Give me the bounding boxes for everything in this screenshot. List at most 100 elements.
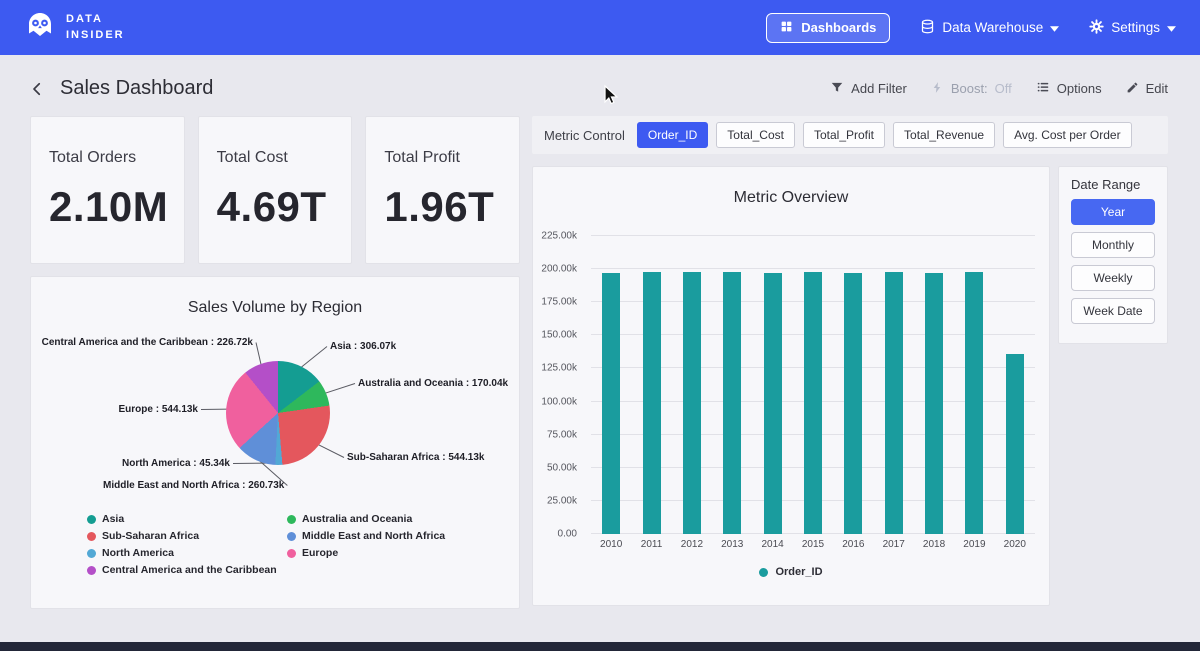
data-warehouse-menu[interactable]: Data Warehouse (920, 19, 1059, 37)
pie-legend-item[interactable]: Europe (287, 547, 445, 559)
pie-legend-col-2: Australia and Oceania Middle East and Nor… (287, 513, 445, 576)
edit-button[interactable]: Edit (1126, 81, 1168, 97)
data-warehouse-label: Data Warehouse (942, 20, 1043, 35)
bar-2016[interactable] (844, 273, 862, 534)
filter-icon (830, 80, 844, 97)
bar-2014[interactable] (764, 273, 782, 534)
bar-plot: 0.0025.00k50.00k75.00k100.00k125.00k150.… (591, 236, 1035, 534)
chevron-down-icon (1050, 20, 1059, 35)
legend-dot (759, 568, 768, 577)
options-label: Options (1057, 81, 1102, 96)
gear-icon (1089, 19, 1104, 37)
charts-row: Metric Overview 0.0025.00k50.00k75.00k10… (532, 166, 1168, 606)
metric-button-order-id[interactable]: Order_ID (637, 122, 708, 148)
bar-chart-card: Metric Overview 0.0025.00k50.00k75.00k10… (532, 166, 1050, 606)
grid-icon (780, 20, 793, 36)
bar-series (591, 236, 1035, 534)
settings-label: Settings (1111, 20, 1160, 35)
bar-2015[interactable] (804, 272, 822, 534)
bar-xlabels: 2010201120122013201420152016201720182019… (591, 539, 1035, 550)
legend-dot (287, 549, 296, 558)
date-range-panel: Date Range Year Monthly Weekly Week Date (1058, 166, 1168, 344)
bar-2019[interactable] (965, 272, 983, 534)
kpi-label: Total Cost (217, 149, 352, 167)
date-range-button-week-date[interactable]: Week Date (1071, 298, 1155, 324)
pie-legend-item[interactable]: Australia and Oceania (287, 513, 445, 525)
boost-label: Boost: (951, 81, 988, 96)
legend-label: Central America and the Caribbean (102, 564, 277, 576)
pie-chart-title: Sales Volume by Region (31, 299, 519, 317)
bar-2020[interactable] (1006, 354, 1024, 534)
chevron-down-icon (1167, 20, 1176, 35)
bar-2012[interactable] (683, 272, 701, 534)
date-range-button-year[interactable]: Year (1071, 199, 1155, 225)
owl-logo-icon (24, 9, 56, 46)
sales-dashboard-page: DATA INSIDER Dashboards Data Warehouse (0, 0, 1200, 651)
page-header: Sales Dashboard Add Filter Boost: Off Op… (0, 55, 1200, 116)
left-column: Total Orders 2.10M Total Cost 4.69T Tota… (30, 116, 520, 609)
pie-label-north-america: North America : 45.34k (122, 458, 230, 469)
navbar-menu: Dashboards Data Warehouse (766, 13, 1176, 43)
kpi-card-total-cost: Total Cost 4.69T (198, 116, 353, 264)
pie-label-asia: Asia : 306.07k (330, 341, 396, 352)
pie-legend-item[interactable]: Sub-Saharan Africa (87, 530, 287, 542)
pie-label-central-america-caribbean: Central America and the Caribbean : 226.… (42, 337, 253, 348)
pie-legend-col-1: Asia Sub-Saharan Africa North America Centr… (87, 513, 287, 576)
back-button[interactable] (28, 80, 46, 98)
legend-dot (87, 566, 96, 575)
pie-legend-item[interactable]: Asia (87, 513, 287, 525)
kpi-row: Total Orders 2.10M Total Cost 4.69T Tota… (30, 116, 520, 264)
bar-chart-title: Metric Overview (533, 189, 1049, 207)
pie-label-middle-east-north-africa: Middle East and North Africa : 260.73k (103, 480, 284, 491)
boost-toggle[interactable]: Boost: Off (931, 81, 1012, 97)
date-range-button-monthly[interactable]: Monthly (1071, 232, 1155, 258)
dashboards-label: Dashboards (801, 20, 876, 35)
footer-bar (0, 642, 1200, 651)
settings-menu[interactable]: Settings (1089, 19, 1176, 37)
dashboards-button[interactable]: Dashboards (766, 13, 890, 43)
legend-label: Middle East and North Africa (302, 530, 445, 542)
legend-label: Europe (302, 547, 338, 559)
bar-chart-wrap: 0.0025.00k50.00k75.00k100.00k125.00k150.… (591, 236, 1035, 550)
header-actions: Add Filter Boost: Off Options Edit (830, 80, 1168, 97)
page-title: Sales Dashboard (60, 77, 213, 100)
date-range-button-weekly[interactable]: Weekly (1071, 265, 1155, 291)
date-range-label: Date Range (1071, 177, 1155, 192)
bar-2011[interactable] (643, 272, 661, 534)
metric-button-total-revenue[interactable]: Total_Revenue (893, 122, 995, 148)
kpi-card-total-orders: Total Orders 2.10M (30, 116, 185, 264)
database-icon (920, 19, 935, 37)
legend-dot (87, 549, 96, 558)
pie-legend-item[interactable]: Central America and the Caribbean (87, 564, 287, 576)
add-filter-label: Add Filter (851, 81, 907, 96)
pie-legend-item[interactable]: Middle East and North Africa (287, 530, 445, 542)
legend-label: North America (102, 547, 174, 559)
pie-legend-item[interactable]: North America (87, 547, 287, 559)
legend-label: Sub-Saharan Africa (102, 530, 199, 542)
add-filter-button[interactable]: Add Filter (830, 80, 907, 97)
edit-label: Edit (1146, 81, 1168, 96)
pie-label-australia-oceania: Australia and Oceania : 170.04k (358, 378, 508, 389)
list-icon (1036, 80, 1050, 97)
kpi-value: 1.96T (384, 183, 519, 231)
bar-2018[interactable] (925, 273, 943, 534)
pie-label-europe: Europe : 544.13k (119, 404, 198, 415)
pie-chart[interactable] (226, 361, 330, 465)
right-column: Metric Control Order_ID Total_Cost Total… (532, 116, 1168, 609)
bar-2010[interactable] (602, 273, 620, 534)
pie-legend: Asia Sub-Saharan Africa North America Centr… (31, 513, 519, 576)
bar-chart-legend[interactable]: Order_ID (533, 566, 1049, 578)
brand-logo[interactable]: DATA INSIDER (24, 9, 125, 46)
boost-state: Off (995, 81, 1012, 96)
bar-legend-label: Order_ID (775, 566, 822, 578)
metric-button-total-cost[interactable]: Total_Cost (716, 122, 795, 148)
dashboard-content: Total Orders 2.10M Total Cost 4.69T Tota… (0, 116, 1200, 609)
metric-button-avg-cost-per-order[interactable]: Avg. Cost per Order (1003, 122, 1132, 148)
bar-2013[interactable] (723, 272, 741, 534)
metric-button-total-profit[interactable]: Total_Profit (803, 122, 885, 148)
bar-2017[interactable] (885, 272, 903, 534)
options-button[interactable]: Options (1036, 80, 1102, 97)
legend-label: Asia (102, 513, 124, 525)
kpi-label: Total Profit (384, 149, 519, 167)
kpi-value: 4.69T (217, 183, 352, 231)
